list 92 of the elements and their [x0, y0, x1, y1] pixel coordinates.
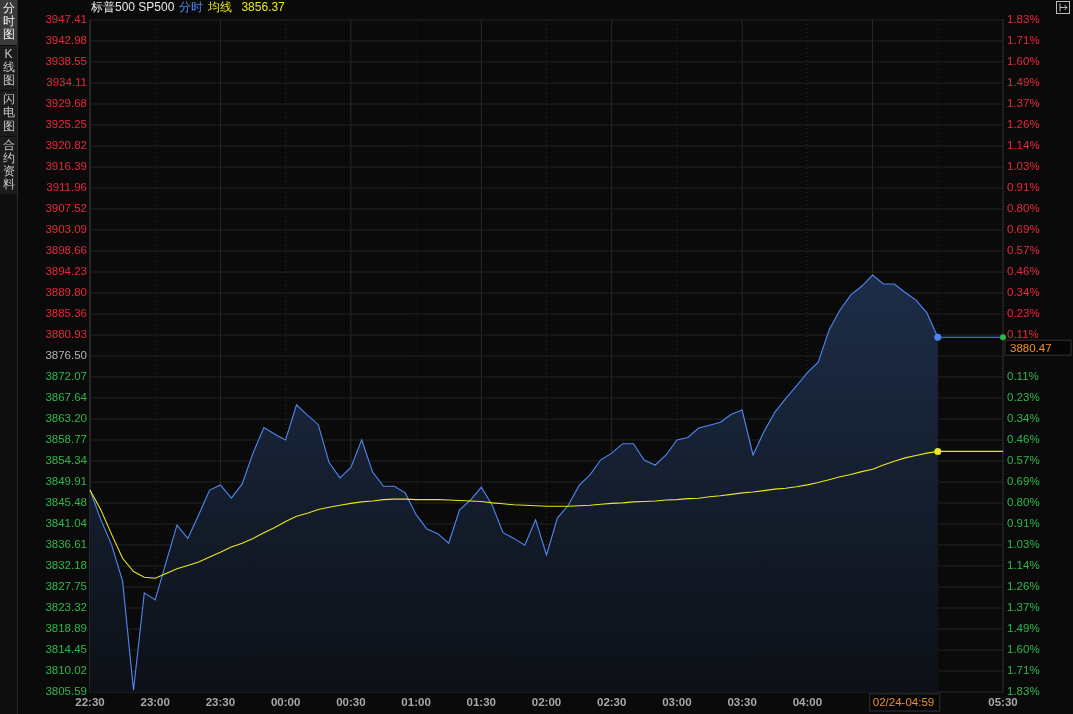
percent-axis-label: 0.11%	[1007, 328, 1039, 341]
price-axis-label: 3867.64	[45, 391, 87, 403]
mode-label: 分时	[179, 0, 204, 16]
price-axis-label: 3836.61	[45, 538, 87, 551]
percent-axis-label: 1.49%	[1007, 622, 1040, 635]
price-axis-label: 3920.82	[45, 139, 87, 152]
price-axis-label: 3841.04	[45, 517, 87, 530]
average-value: 3856.37	[241, 0, 285, 14]
time-axis-label: 03:30	[727, 696, 757, 708]
percent-axis-label: 1.26%	[1007, 580, 1040, 593]
percent-axis-label: 1.26%	[1007, 118, 1040, 131]
price-axis-label: 3810.02	[45, 664, 87, 677]
price-axis-label: 3805.59	[45, 685, 87, 698]
percent-axis-label: 1.83%	[1007, 14, 1040, 26]
price-axis-label: 3934.11	[46, 76, 87, 89]
time-axis-label: 00:00	[270, 696, 301, 708]
percent-axis-label: 1.03%	[1007, 160, 1040, 173]
time-axis-label: 23:30	[205, 696, 236, 708]
percent-axis-label: 0.80%	[1007, 496, 1040, 509]
percent-axis-label: 0.69%	[1007, 475, 1040, 488]
time-axis-label: 04:00	[792, 696, 823, 708]
price-axis-label: 3903.09	[45, 223, 87, 236]
average-label: 均线	[208, 0, 233, 16]
time-axis-label: 03:00	[662, 696, 692, 708]
price-axis-label: 3925.25	[45, 118, 87, 131]
percent-axis-label: 1.14%	[1007, 139, 1040, 152]
percent-axis-label: 0.23%	[1007, 307, 1040, 320]
price-axis-label: 3863.20	[45, 412, 87, 425]
percent-axis-label: 0.46%	[1007, 433, 1040, 446]
time-axis-label: 05:30	[988, 696, 1018, 708]
price-axis-label: 3854.34	[45, 454, 87, 467]
last-price-label: 3880.47	[1004, 339, 1072, 356]
time-axis-label: 02:30	[597, 696, 627, 708]
side-tab[interactable]: K线图	[0, 45, 17, 91]
price-edge-dot	[1000, 334, 1006, 341]
percent-axis-label: 0.91%	[1007, 181, 1040, 194]
price-axis-label: 3845.48	[45, 496, 87, 508]
time-axis-label: 02:00	[531, 696, 562, 708]
percent-axis-label: 1.60%	[1007, 643, 1040, 656]
time-axis-label: 00:30	[336, 696, 366, 708]
percent-axis-label: 1.83%	[1007, 685, 1040, 698]
price-axis-label: 3947.41	[45, 14, 87, 26]
price-axis-label: 3916.39	[45, 160, 87, 172]
price-axis-label: 3898.66	[45, 244, 87, 257]
percent-axis-label: 0.46%	[1007, 265, 1040, 278]
price-axis-label: 3823.32	[45, 601, 87, 613]
percent-axis-label: 1.71%	[1007, 664, 1040, 677]
price-axis-label: 3814.45	[45, 643, 87, 656]
percent-axis-label: 0.23%	[1007, 391, 1040, 404]
cursor-time-label: 02/24-04:59	[869, 693, 941, 712]
last-average-dot	[934, 447, 942, 455]
time-axis-label: 23:00	[140, 696, 170, 708]
percent-axis-label: 0.34%	[1007, 412, 1040, 425]
price-axis-label: 3876.50	[45, 349, 87, 362]
price-axis-label: 3827.75	[45, 580, 87, 593]
time-axis-label: 01:00	[401, 696, 431, 708]
side-tab[interactable]: 合约资料	[0, 136, 17, 195]
expand-icon[interactable]	[1056, 1, 1070, 14]
price-axis-label: 3889.80	[45, 286, 87, 298]
percent-axis-label: 0.57%	[1007, 244, 1040, 257]
percent-axis-label: 1.60%	[1007, 55, 1040, 68]
percent-axis-label: 0.57%	[1007, 454, 1040, 467]
percent-axis-label: 0.80%	[1007, 202, 1040, 215]
side-tab[interactable]: 分时图	[0, 0, 17, 45]
percent-axis-label: 1.37%	[1007, 601, 1040, 614]
percent-axis-label: 0.11%	[1007, 370, 1039, 383]
last-price-dot	[934, 333, 942, 341]
price-axis-label: 3858.77	[45, 433, 87, 446]
price-axis-label: 3907.52	[45, 202, 87, 215]
percent-axis-label: 0.69%	[1007, 223, 1040, 236]
time-axis-label: 01:30	[466, 696, 496, 708]
price-axis-label: 3885.36	[45, 307, 87, 320]
price-axis-label: 3818.89	[45, 622, 87, 634]
price-axis-label: 3911.96	[46, 181, 87, 193]
price-axis-label: 3872.07	[45, 370, 87, 382]
price-axis-label: 3929.68	[45, 97, 87, 110]
price-axis-label: 3880.93	[45, 328, 87, 341]
percent-axis-label: 0.34%	[1007, 286, 1040, 299]
percent-axis-label: 1.49%	[1007, 76, 1040, 89]
price-axis-label: 3832.18	[45, 559, 87, 572]
price-axis-label: 3894.23	[45, 265, 87, 277]
price-axis-label: 3942.98	[45, 34, 87, 46]
side-tab[interactable]: 闪电图	[0, 91, 17, 136]
price-axis-label: 3849.91	[45, 475, 87, 488]
percent-axis-label: 1.03%	[1007, 538, 1040, 551]
instrument-name: 标普500 SP500	[91, 0, 175, 16]
percent-axis-label: 0.91%	[1007, 517, 1040, 530]
percent-axis-label: 1.14%	[1007, 559, 1040, 572]
time-axis-label: 22:30	[75, 696, 105, 708]
percent-axis-label: 1.37%	[1007, 97, 1040, 110]
percent-axis-label: 1.71%	[1007, 34, 1040, 47]
price-axis-label: 3938.55	[45, 55, 87, 67]
